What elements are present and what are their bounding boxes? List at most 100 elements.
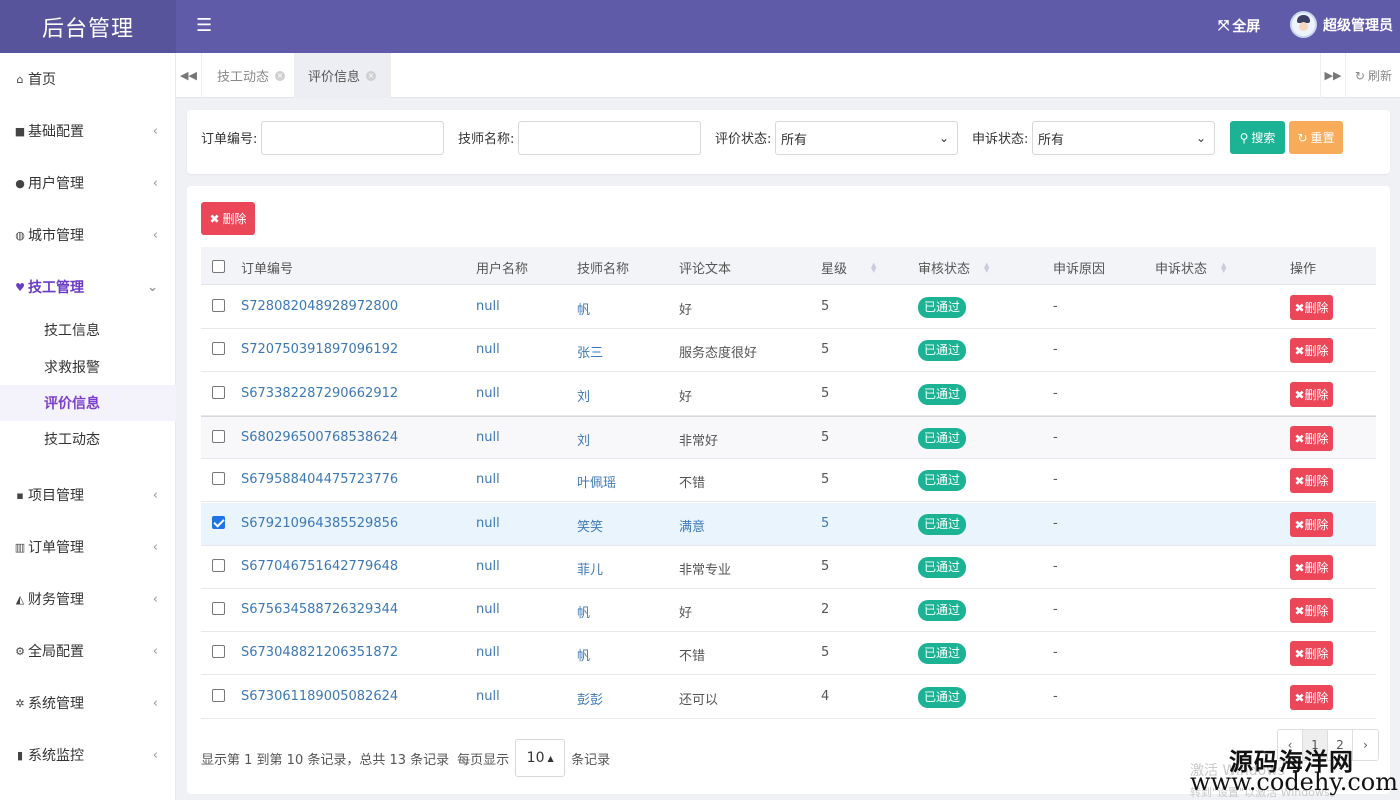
order-no-link[interactable]: S677046751642779648 (241, 559, 398, 574)
table-row[interactable]: S673382287290662912 null 刘 好 5 已通过 - ✖ 删除 (201, 373, 1376, 416)
row-delete-button[interactable]: ✖ 删除 (1290, 598, 1333, 623)
sidebar-item-global-config[interactable]: ⚙ 全局配置 ‹ (0, 625, 176, 677)
table-row[interactable]: S673061189005082624 null 彭彭 还可以 4 已通过 - ✖ 删除 (201, 676, 1376, 719)
per-page-suffix: 条记录 (571, 752, 611, 768)
status-badge: 已通过 (918, 600, 967, 621)
order-no-input[interactable] (261, 121, 444, 155)
delete-button[interactable]: ✖ 删除 (201, 202, 255, 235)
row-checkbox[interactable] (212, 645, 225, 658)
sidebar-item-monitor[interactable]: ▮ 系统监控 ‹ (0, 729, 176, 781)
row-checkbox[interactable] (212, 299, 225, 312)
row-checkbox[interactable] (212, 559, 225, 572)
order-no-link[interactable]: S679210964385529856 (241, 516, 398, 531)
order-no-link[interactable]: S673382287290662912 (241, 386, 398, 401)
row-delete-button[interactable]: ✖ 删除 (1290, 295, 1333, 320)
bookmark-icon: ■ (14, 124, 26, 138)
select-all-checkbox[interactable] (212, 260, 225, 273)
tech-name-cell: 刘 (577, 390, 591, 405)
page-size-select[interactable]: 10 ▲ (515, 739, 566, 777)
order-no-link[interactable]: S720750391897096192 (241, 342, 398, 357)
row-checkbox[interactable] (212, 342, 225, 355)
row-delete-button[interactable]: ✖ 删除 (1290, 338, 1333, 363)
row-delete-button[interactable]: ✖ 删除 (1290, 426, 1333, 451)
sidebar-subitem-sos-alarm[interactable]: 求救报警 (0, 349, 176, 385)
sidebar-item-projects[interactable]: ▪ 项目管理 ‹ (0, 469, 176, 521)
table-row[interactable]: S680296500768538624 null 刘 非常好 5 已通过 - ✖ 删除 (201, 416, 1376, 459)
table-row[interactable]: S679588404475723776 null 叶佩瑶 不错 5 已通过 - ✖ 删除 (201, 459, 1376, 502)
row-checkbox[interactable] (212, 472, 225, 485)
comment-cell: 还可以 (679, 693, 719, 708)
order-no-link[interactable]: S680296500768538624 (241, 430, 398, 445)
tab-tech-news[interactable]: 技工动态 × (203, 53, 301, 98)
chevron-down-icon: ⌄ (147, 279, 158, 295)
sort-icon: ▲ ▼ (1221, 260, 1227, 274)
search-button-label: 搜索 (1251, 131, 1276, 145)
sidebar-item-finance[interactable]: ◭ 财务管理 ‹ (0, 573, 176, 625)
order-no-link[interactable]: S728082048928972800 (241, 299, 398, 314)
order-no-link[interactable]: S673048821206351872 (241, 645, 398, 660)
table-row[interactable]: S675634588726329344 null 帆 好 2 已通过 - ✖ 删除 (201, 589, 1376, 632)
appeal-status-select[interactable]: 所有 ⌄ (1032, 121, 1215, 155)
sidebar-item-system[interactable]: ✲ 系统管理 ‹ (0, 677, 176, 729)
sidebar-subitem-tech-news[interactable]: 技工动态 (0, 421, 176, 457)
row-delete-button[interactable]: ✖ 删除 (1290, 685, 1333, 710)
menu-toggle-icon[interactable]: ☰ (196, 15, 216, 37)
stars-cell: 5 (821, 516, 830, 531)
table-row[interactable]: S720750391897096192 null 张三 服务态度很好 5 已通过 - ✖ 删除 (201, 329, 1376, 372)
order-no-link[interactable]: S679588404475723776 (241, 472, 398, 487)
sidebar-item-basic-config[interactable]: ■ 基础配置 ‹ (0, 105, 176, 157)
table-row[interactable]: S679210964385529856 null 笑笑 满意 5 已通过 - ✖ 删除 (201, 503, 1376, 546)
row-checkbox[interactable] (212, 430, 225, 443)
row-checkbox[interactable] (212, 516, 225, 529)
header-appeal-status[interactable]: 申诉状态 ▲ ▼ (1155, 258, 1226, 277)
row-delete-label: 删除 (1304, 604, 1329, 618)
row-delete-button[interactable]: ✖ 删除 (1290, 512, 1333, 537)
header-review-status[interactable]: 审核状态 ▲ ▼ (918, 258, 989, 277)
tabs-scroll-left-icon[interactable]: ◀◀ (176, 53, 202, 98)
fullscreen-label: 全屏 (1232, 19, 1261, 35)
row-checkbox[interactable] (212, 602, 225, 615)
fullscreen-button[interactable]: ⤧ 全屏 (1218, 16, 1260, 36)
table-row[interactable]: S673048821206351872 null 帆 不错 5 已通过 - ✖ 删除 (201, 632, 1376, 675)
tab-reviews[interactable]: 评价信息 × (294, 53, 392, 98)
sidebar-item-technicians[interactable]: ♥ 技工管理 ⌄ (0, 261, 176, 313)
review-status-label: 评价状态: (715, 132, 772, 147)
comment-cell: 非常好 (679, 434, 719, 449)
close-icon[interactable]: × (366, 70, 377, 81)
sidebar-item-label: 城市管理 (28, 228, 84, 244)
tech-name-input[interactable] (518, 121, 701, 155)
row-delete-button[interactable]: ✖ 删除 (1290, 555, 1333, 580)
user-name-cell: null (476, 299, 500, 314)
sidebar-subitem-reviews[interactable]: 评价信息 (0, 385, 176, 421)
tabs-scroll-right-icon[interactable]: ▶▶ (1320, 53, 1346, 98)
refresh-button[interactable]: ↻ 刷新 (1355, 53, 1392, 98)
sidebar-item-cities[interactable]: ◍ 城市管理 ‹ (0, 209, 176, 261)
chevron-left-icon: ‹ (152, 175, 158, 191)
order-no-link[interactable]: S675634588726329344 (241, 602, 398, 617)
search-button[interactable]: ⚲ 搜索 (1230, 121, 1285, 154)
sidebar-item-users[interactable]: ● 用户管理 ‹ (0, 157, 176, 209)
reset-button[interactable]: ↻ 重置 (1289, 121, 1343, 154)
sidebar-subitem-tech-info[interactable]: 技工信息 (0, 312, 176, 348)
row-checkbox[interactable] (212, 689, 225, 702)
row-delete-button[interactable]: ✖ 删除 (1290, 382, 1333, 407)
appeal-status-value: 所有 (1038, 132, 1065, 148)
tech-name-cell: 帆 (577, 303, 591, 318)
row-checkbox[interactable] (212, 386, 225, 399)
row-delete-button[interactable]: ✖ 删除 (1290, 641, 1333, 666)
header-stars[interactable]: 星级 ▲ ▼ (821, 258, 876, 277)
order-no-link[interactable]: S673061189005082624 (241, 689, 398, 704)
sidebar-item-orders[interactable]: ▥ 订单管理 ‹ (0, 521, 176, 573)
user-menu[interactable]: 超级管理员 (1290, 11, 1393, 38)
close-icon[interactable]: × (275, 70, 286, 81)
table-row[interactable]: S677046751642779648 null 菲儿 非常专业 5 已通过 - ✖ 删除 (201, 546, 1376, 589)
stars-cell: 5 (821, 645, 830, 660)
sidebar-item-home[interactable]: ⌂ 首页 (0, 53, 176, 105)
review-status-select[interactable]: 所有 ⌄ (775, 121, 958, 155)
chevron-left-icon: ‹ (152, 123, 158, 139)
tech-name-cell: 彭彭 (577, 693, 604, 708)
table-row[interactable]: S728082048928972800 null 帆 好 5 已通过 - ✖ 删除 (201, 286, 1376, 329)
heart-icon: ♥ (15, 280, 25, 294)
row-delete-button[interactable]: ✖ 删除 (1290, 468, 1333, 493)
user-icon: ● (15, 176, 25, 190)
